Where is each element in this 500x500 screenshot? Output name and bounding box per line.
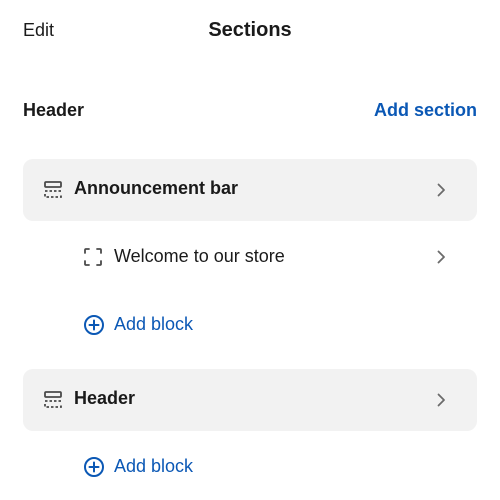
page-title: Sections: [208, 19, 292, 41]
section-layout-icon: [43, 390, 63, 410]
top-bar: Edit Sections: [0, 0, 500, 64]
section-label: Announcement bar: [74, 178, 239, 198]
group-header: Header Add section: [23, 98, 477, 124]
section-layout-icon: [43, 180, 63, 200]
chevron-right-icon: [433, 182, 449, 198]
add-block-label: Add block: [114, 314, 194, 334]
group-title: Header: [23, 100, 85, 120]
chevron-right-icon: [433, 392, 449, 408]
add-section-button[interactable]: Add section: [374, 100, 477, 121]
block-frame-icon: [83, 247, 103, 267]
chevron-right-icon: [433, 249, 449, 265]
plus-circle-icon: [83, 456, 105, 478]
section-row-announcement-bar[interactable]: Announcement bar: [23, 159, 477, 221]
section-row-header[interactable]: Header: [23, 369, 477, 431]
section-label: Header: [74, 388, 136, 408]
block-row-welcome[interactable]: Welcome to our store: [23, 229, 477, 285]
plus-circle-icon: [83, 314, 105, 336]
block-label: Welcome to our store: [114, 246, 285, 266]
add-block-label: Add block: [114, 456, 194, 476]
